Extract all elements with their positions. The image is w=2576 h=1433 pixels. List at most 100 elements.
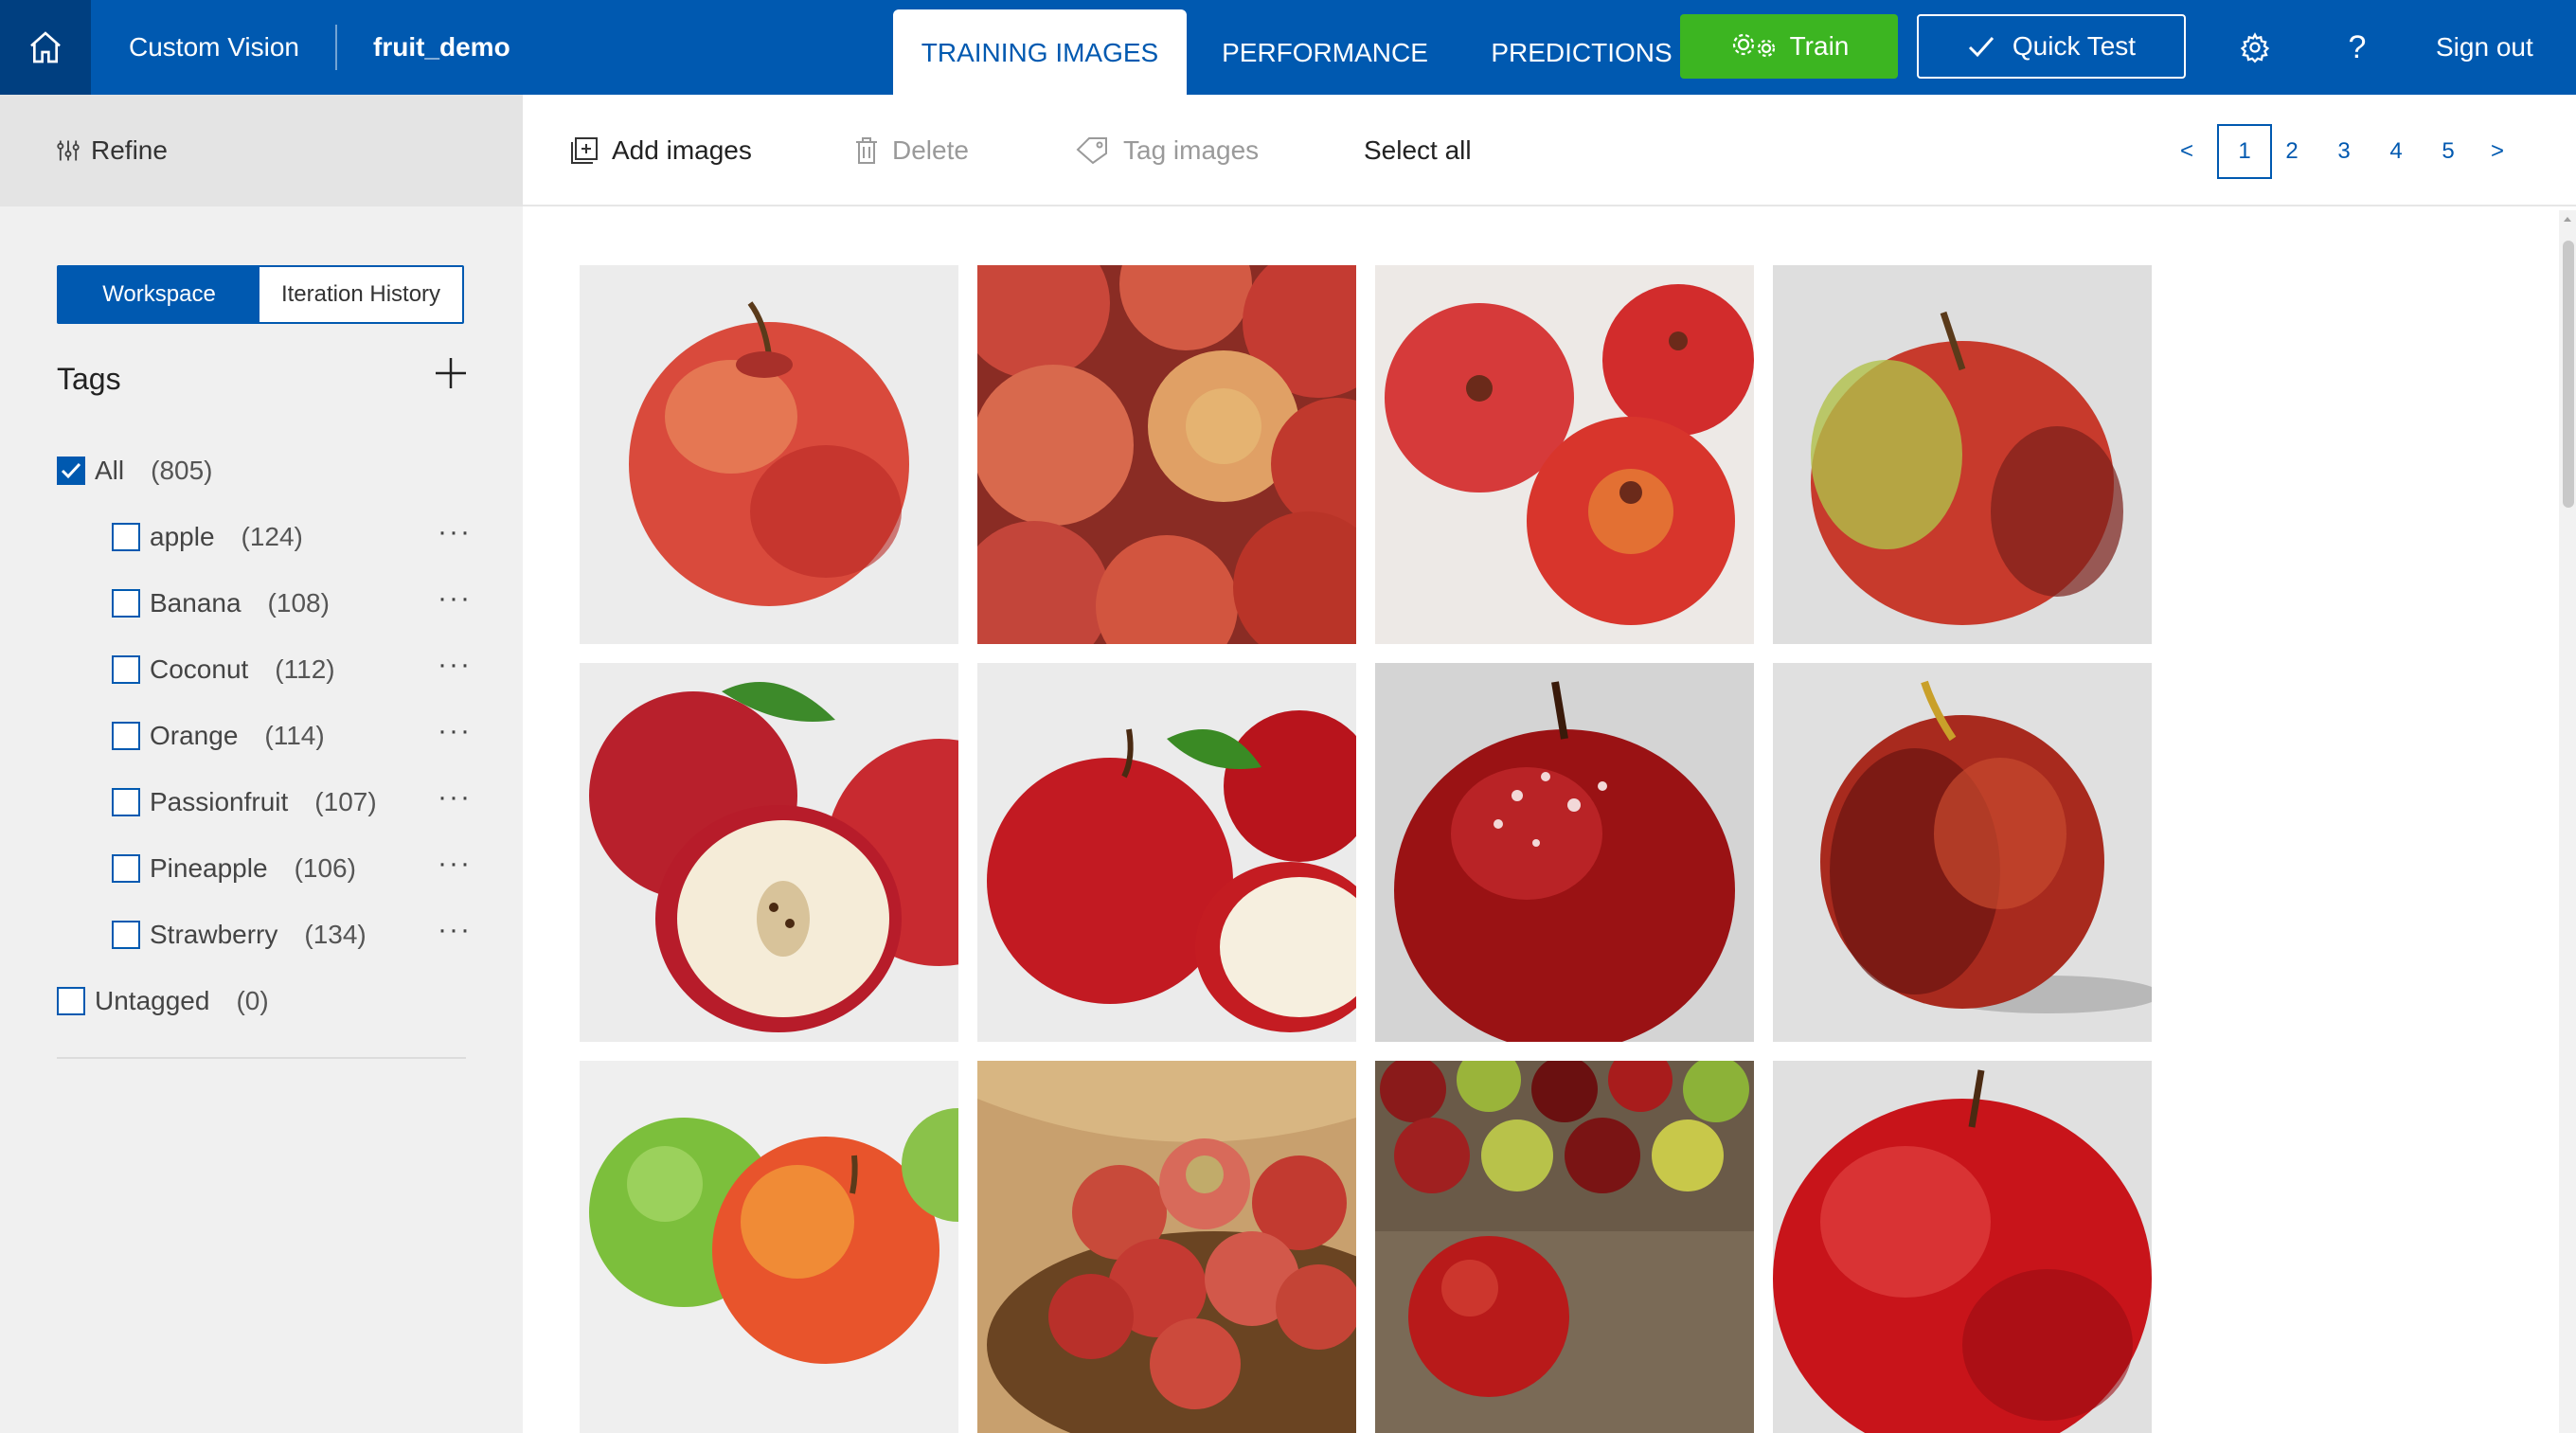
left-sidebar: Refine Workspace Iteration History Tags …: [0, 95, 523, 1433]
checkmark-icon: [61, 462, 81, 479]
tag-more-options[interactable]: ···: [436, 916, 474, 955]
tag-name: apple: [150, 522, 215, 551]
settings-button[interactable]: [2232, 25, 2278, 70]
page-2[interactable]: 2: [2273, 124, 2311, 179]
tag-checkbox[interactable]: [112, 523, 140, 551]
gears-icon: [1732, 33, 1775, 58]
refine-button[interactable]: Refine: [0, 95, 523, 206]
training-image-thumbnail[interactable]: [1773, 1061, 2152, 1433]
tag-checkbox[interactable]: [112, 589, 140, 618]
tag-checkbox[interactable]: [112, 722, 140, 750]
tag-name: Orange: [150, 721, 239, 750]
image-toolbar: Add images Delete Tag images Select all …: [523, 95, 2576, 206]
tag-more-options[interactable]: ···: [436, 783, 474, 822]
app-brand[interactable]: Custom Vision: [129, 0, 299, 95]
tag-row-strawberry[interactable]: Strawberry (134): [112, 911, 367, 958]
tags-divider: [57, 1057, 466, 1059]
training-image-thumbnail[interactable]: [1375, 1061, 1754, 1433]
tag-row-apple[interactable]: apple (124): [112, 513, 303, 561]
sliders-icon: [57, 140, 80, 161]
training-image-thumbnail[interactable]: [580, 1061, 958, 1433]
vertical-scrollbar-thumb[interactable]: [2563, 241, 2574, 508]
next-page-button[interactable]: >: [2483, 124, 2512, 179]
tag-name: Banana: [150, 588, 242, 618]
tag-name: Untagged: [95, 986, 210, 1015]
training-image-thumbnail[interactable]: [580, 265, 958, 644]
page-3[interactable]: 3: [2325, 124, 2363, 179]
tag-count: (114): [264, 721, 325, 750]
tag-more-options[interactable]: ···: [436, 850, 474, 888]
project-name[interactable]: fruit_demo: [373, 0, 510, 95]
tag-checkbox[interactable]: [112, 854, 140, 883]
tag-name: Strawberry: [150, 920, 278, 949]
tag-row-all[interactable]: All (805): [57, 447, 213, 494]
training-image-thumbnail[interactable]: [977, 1061, 1356, 1433]
delete-button[interactable]: Delete: [854, 95, 969, 206]
checkmark-icon: [1968, 37, 1995, 58]
training-image-thumbnail[interactable]: [1773, 265, 2152, 644]
select-all-button[interactable]: Select all: [1364, 95, 1472, 206]
tab-training-images[interactable]: TRAINING IMAGES: [893, 9, 1187, 95]
tag-more-options[interactable]: ···: [436, 584, 474, 623]
tag-name: All: [95, 456, 125, 485]
tag-more-options[interactable]: ···: [436, 651, 474, 690]
tag-more-options[interactable]: ···: [436, 518, 474, 557]
tab-predictions[interactable]: PREDICTIONS: [1485, 0, 1678, 95]
tag-count: (0): [236, 986, 269, 1015]
tab-performance[interactable]: PERFORMANCE: [1215, 0, 1435, 95]
tag-name: Coconut: [150, 654, 249, 684]
trash-icon: [856, 137, 877, 164]
add-image-icon: [571, 137, 598, 164]
quick-test-button[interactable]: Quick Test: [1917, 14, 2186, 79]
tag-row-coconut[interactable]: Coconut (112): [112, 646, 335, 693]
home-icon: [30, 31, 61, 63]
tag-images-label: Tag images: [1123, 135, 1260, 165]
tag-row-pineapple[interactable]: Pineapple (106): [112, 845, 356, 892]
tag-row-untagged[interactable]: Untagged (0): [57, 977, 269, 1025]
plus-icon: [436, 358, 466, 388]
workspace-segmented-control: Workspace Iteration History: [57, 265, 464, 324]
brand-divider: [335, 25, 337, 70]
segment-iteration-history[interactable]: Iteration History: [259, 267, 462, 322]
tag-checkbox[interactable]: [112, 655, 140, 684]
training-image-thumbnail[interactable]: [1773, 663, 2152, 1042]
page-5[interactable]: 5: [2429, 124, 2467, 179]
tag-name: Passionfruit: [150, 787, 289, 816]
page-1[interactable]: 1: [2217, 124, 2272, 179]
add-images-label: Add images: [612, 135, 752, 165]
scroll-up-arrow-icon[interactable]: [2561, 212, 2574, 225]
training-image-thumbnail[interactable]: [1375, 265, 1754, 644]
tag-row-passionfruit[interactable]: Passionfruit (107): [112, 779, 377, 826]
tag-checkbox[interactable]: [112, 788, 140, 816]
top-nav-bar: Custom Vision fruit_demo TRAINING IMAGES…: [0, 0, 2576, 95]
tag-checkbox[interactable]: [112, 921, 140, 949]
help-button[interactable]: ?: [2334, 25, 2380, 70]
training-image-thumbnail[interactable]: [977, 663, 1356, 1042]
tag-more-options[interactable]: ···: [436, 717, 474, 756]
all-checkbox[interactable]: [57, 457, 85, 485]
train-label: Train: [1789, 31, 1850, 61]
tag-count: (106): [294, 853, 356, 883]
training-image-thumbnail[interactable]: [1375, 663, 1754, 1042]
tags-heading: Tags: [57, 362, 121, 396]
tag-count: (107): [314, 787, 377, 816]
home-button[interactable]: [0, 0, 91, 95]
training-image-thumbnail[interactable]: [580, 663, 958, 1042]
prev-page-button[interactable]: <: [2173, 124, 2201, 179]
tag-count: (124): [241, 522, 303, 551]
tag-count: (108): [267, 588, 330, 618]
untagged-checkbox[interactable]: [57, 987, 85, 1015]
tag-row-orange[interactable]: Orange (114): [112, 712, 325, 760]
tag-icon: [1076, 137, 1107, 165]
quick-test-label: Quick Test: [2012, 31, 2137, 61]
question-icon: ?: [2348, 28, 2367, 65]
train-button[interactable]: Train: [1680, 14, 1898, 79]
training-image-thumbnail[interactable]: [977, 265, 1356, 644]
segment-workspace[interactable]: Workspace: [59, 267, 259, 322]
tag-row-banana[interactable]: Banana (108): [112, 580, 330, 627]
add-tag-button[interactable]: [430, 352, 472, 394]
tag-images-button[interactable]: Tag images: [1076, 95, 1259, 206]
add-images-button[interactable]: Add images: [570, 95, 752, 206]
page-4[interactable]: 4: [2377, 124, 2415, 179]
sign-out-link[interactable]: Sign out: [2436, 0, 2533, 95]
